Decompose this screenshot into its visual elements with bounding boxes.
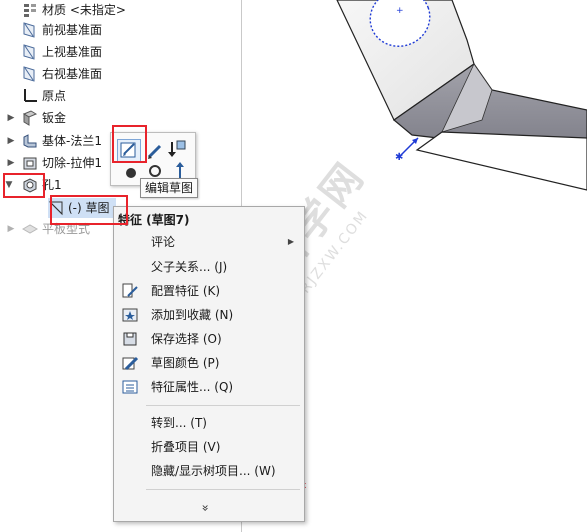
menu-item-add-to-favorites[interactable]: 添加到收藏 (N) [114, 304, 304, 326]
menu-separator [146, 489, 300, 490]
expand-arrow-icon[interactable]: ▶ [6, 131, 16, 151]
material-icon [22, 2, 38, 18]
tree-item-origin[interactable]: 原点 [22, 86, 66, 106]
tree-item-label: 上视基准面 [42, 45, 103, 59]
highlight-edit-sketch [112, 125, 147, 163]
tree-item-label: 原点 [42, 89, 67, 103]
flat-pattern-icon [21, 221, 39, 237]
menu-item-label: 配置特征 (K) [151, 284, 221, 298]
sheet-metal-icon [22, 110, 38, 126]
tree-item-label: 基体-法兰1 [42, 134, 102, 148]
expand-arrow-icon[interactable]: ▶ [6, 108, 16, 128]
tree-item-label: 材质 <未指定> [42, 3, 126, 17]
submenu-arrow-icon: ▶ [287, 237, 294, 246]
tree-item-label: 钣金 [42, 111, 67, 125]
menu-item-label: 特征属性... (Q) [151, 380, 234, 394]
feature-properties-icon [122, 379, 138, 395]
menu-item-comment[interactable]: 评论 ▶ [114, 231, 304, 253]
highlight-hole-item [3, 173, 45, 198]
menu-item-configure-feature[interactable]: 配置特征 (K) [114, 280, 304, 302]
base-flange-icon [22, 133, 38, 149]
menu-title: 特征 (草图7) [118, 213, 190, 227]
menu-item-go-to[interactable]: 转到... (T) [114, 412, 304, 434]
edit-feature-button[interactable] [145, 141, 167, 163]
menu-item-label: 父子关系... (J) [151, 260, 228, 274]
tree-item-label: 右视基准面 [42, 67, 103, 81]
configure-icon [122, 283, 138, 299]
highlight-sketch-item [50, 195, 128, 225]
svg-text:✱: ✱ [395, 152, 403, 163]
menu-separator [146, 405, 300, 406]
tree-item-top-plane[interactable]: 上视基准面 [22, 42, 102, 62]
tooltip: 编辑草图 [140, 178, 199, 198]
tree-item-front-plane[interactable]: 前视基准面 [22, 20, 102, 40]
tree-item-label: 前视基准面 [42, 23, 103, 37]
menu-item-hide-show-tree-items[interactable]: 隐藏/显示树项目... (W) [114, 460, 304, 482]
menu-item-save-selection[interactable]: 保存选择 (O) [114, 328, 304, 350]
tree-item-label: 切除-拉伸1 [42, 156, 102, 170]
origin-icon [22, 88, 38, 104]
expand-arrow-icon[interactable]: ▶ [6, 219, 16, 239]
tree-item-material[interactable]: 材质 <未指定> [22, 0, 126, 20]
tree-item-cut-extrude[interactable]: ▶ 切除-拉伸1 [2, 153, 102, 173]
sketch-color-icon [122, 355, 139, 371]
pencil-icon [147, 144, 162, 159]
favorite-icon [122, 307, 138, 323]
menu-item-label: 转到... (T) [151, 416, 207, 430]
save-selection-icon [122, 331, 138, 347]
menu-item-label: 保存选择 (O) [151, 332, 222, 346]
menu-item-label: 评论 [151, 235, 176, 249]
menu-item-sketch-color[interactable]: 草图颜色 (P) [114, 352, 304, 374]
expand-menu-chevron-icon[interactable]: » [199, 504, 213, 511]
plane-icon [22, 22, 38, 38]
plane-icon [22, 66, 38, 82]
plane-icon [22, 44, 38, 60]
menu-item-label: 折叠项目 (V) [151, 440, 221, 454]
rollback-icon [168, 140, 186, 157]
cut-extrude-icon [22, 155, 38, 171]
context-menu: 特征 (草图7) 评论 ▶ 父子关系... (J) 配置特征 (K) 添加到收藏… [113, 206, 305, 522]
menu-item-parent-child[interactable]: 父子关系... (J) [114, 256, 304, 278]
tree-item-right-plane[interactable]: 右视基准面 [22, 64, 102, 84]
menu-item-label: 隐藏/显示树项目... (W) [151, 464, 276, 478]
tree-item-base-flange[interactable]: ▶ 基体-法兰1 [2, 131, 102, 151]
menu-item-label: 草图颜色 (P) [151, 356, 220, 370]
svg-text:+: + [396, 6, 404, 16]
rollback-button[interactable] [167, 138, 189, 160]
tree-item-sheet-metal[interactable]: ▶ 钣金 [2, 108, 66, 128]
expand-arrow-icon[interactable]: ▶ [6, 153, 16, 173]
menu-item-feature-properties[interactable]: 特征属性... (Q) [114, 376, 304, 398]
menu-item-label: 添加到收藏 (N) [151, 308, 234, 322]
menu-item-collapse-items[interactable]: 折叠项目 (V) [114, 436, 304, 458]
